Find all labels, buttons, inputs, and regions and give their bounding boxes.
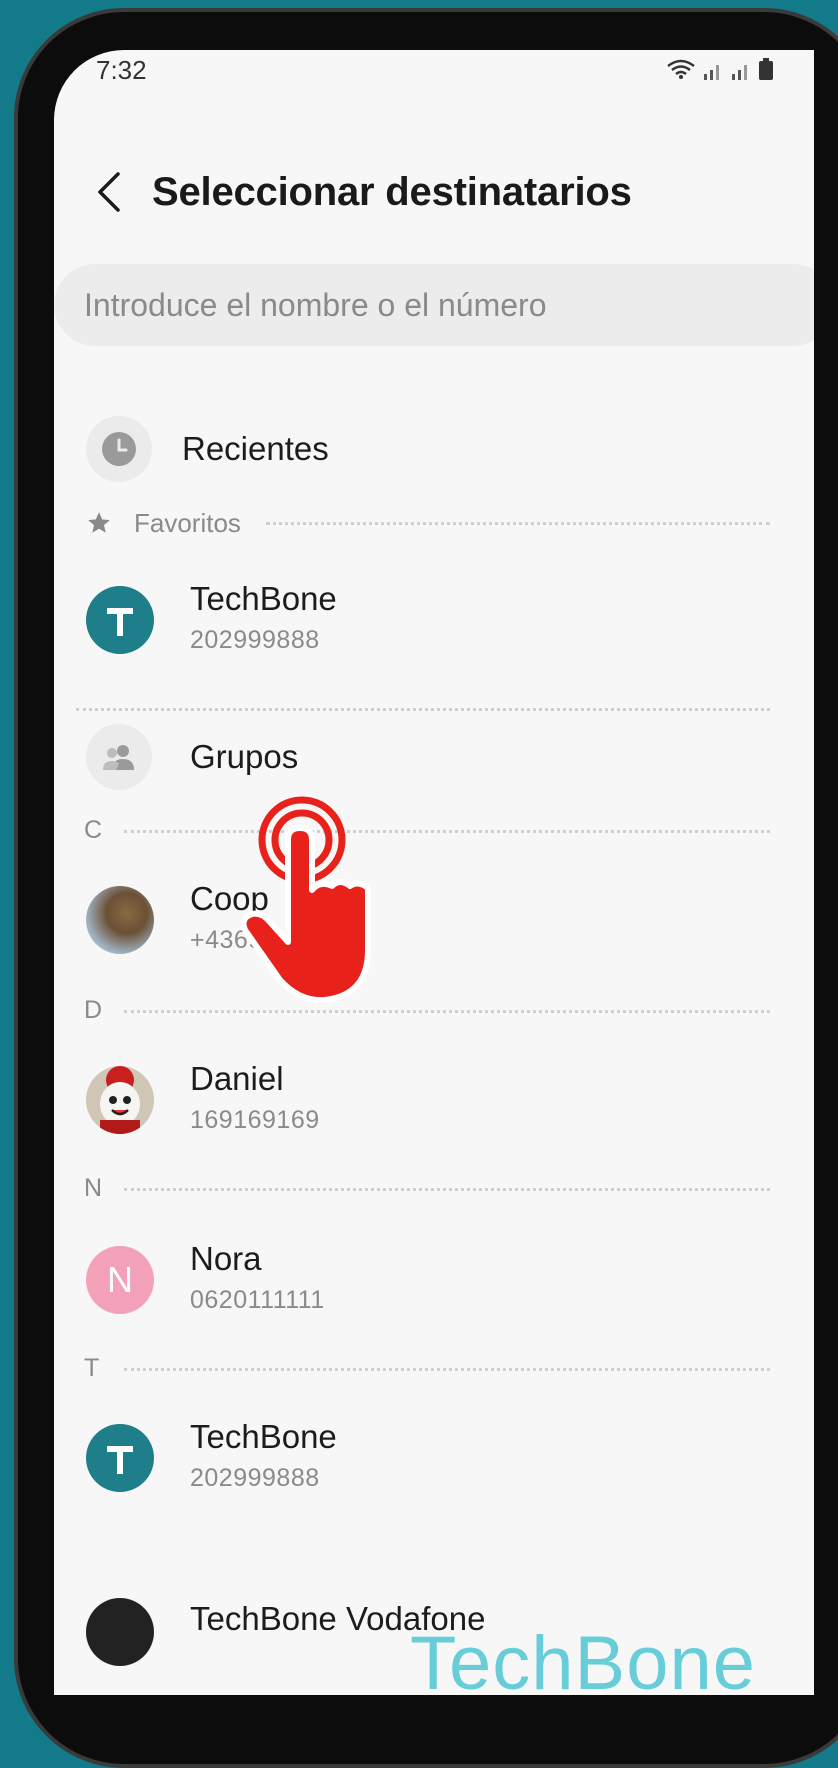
section-header: N <box>54 1174 814 1204</box>
contact-row[interactable]: Daniel 169169169 <box>54 1060 814 1160</box>
search-input[interactable] <box>84 264 684 346</box>
contact-name: Nora <box>190 1240 262 1277</box>
status-icons <box>666 58 774 80</box>
back-button[interactable] <box>92 170 128 214</box>
favorites-header: Favoritos <box>54 508 814 538</box>
tap-hand-icon <box>240 796 371 1004</box>
section-letter: C <box>84 816 103 844</box>
page-title: Seleccionar destinatarios <box>152 170 632 214</box>
contact-name: Daniel <box>190 1060 284 1097</box>
contact-row[interactable]: N Nora 0620111111 <box>54 1240 814 1340</box>
status-time: 7:32 <box>96 55 147 85</box>
section-header: C <box>54 816 814 846</box>
recents-label: Recientes <box>182 430 329 467</box>
search-bar[interactable] <box>54 264 814 346</box>
divider <box>124 830 770 833</box>
techbone-watermark: TechBone <box>410 1621 757 1706</box>
kinder-avatar-icon <box>100 1066 140 1134</box>
divider <box>266 522 770 525</box>
contact-name: TechBone <box>190 580 337 617</box>
techbone-logo-icon <box>107 1446 133 1474</box>
contact-number: 202999888 <box>190 626 320 654</box>
favorites-label: Favoritos <box>134 508 241 538</box>
group-icon <box>103 745 134 770</box>
contact-number: 169169169 <box>190 1106 320 1134</box>
groups-row[interactable]: Grupos <box>54 718 814 798</box>
section-letter: D <box>84 996 103 1024</box>
signal-icon <box>704 65 719 80</box>
section-letter: N <box>84 1174 103 1202</box>
contact-row[interactable]: Coop +43690 27 <box>54 880 814 980</box>
star-icon <box>88 512 110 533</box>
contact-number: 202999888 <box>190 1464 320 1492</box>
section-letter: T <box>84 1354 100 1382</box>
avatar-photo <box>86 1066 154 1134</box>
divider <box>76 708 770 711</box>
divider <box>124 1188 770 1191</box>
recents-row[interactable]: Recientes <box>54 410 814 490</box>
avatar: N <box>86 1246 154 1314</box>
divider <box>124 1010 770 1013</box>
section-header: D <box>54 996 814 1026</box>
groups-label: Grupos <box>190 738 299 775</box>
contact-row[interactable]: TechBone 202999888 <box>54 580 814 680</box>
status-bar: 7:32 <box>54 50 814 120</box>
contact-row[interactable]: TechBone 202999888 <box>54 1418 814 1518</box>
wifi-icon <box>667 59 695 79</box>
clock-icon <box>102 432 136 466</box>
groups-icon-wrap <box>86 724 152 790</box>
chevron-left-icon <box>98 172 120 212</box>
techbone-logo-icon <box>107 608 133 636</box>
avatar-initial: N <box>107 1259 133 1300</box>
avatar-photo <box>86 886 154 954</box>
avatar <box>86 1424 154 1492</box>
contact-number: 0620111111 <box>190 1286 325 1314</box>
avatar <box>86 586 154 654</box>
avatar-photo <box>86 1598 154 1666</box>
signal-2-icon <box>732 65 747 80</box>
divider <box>124 1368 770 1371</box>
recents-icon-wrap <box>86 416 152 482</box>
section-header: T <box>54 1354 814 1384</box>
header: Seleccionar destinatarios <box>54 150 814 230</box>
screen: 7:32 Seleccionar destinatarios Recientes… <box>54 50 814 1695</box>
contact-name: TechBone <box>190 1418 337 1455</box>
battery-icon <box>759 58 773 80</box>
